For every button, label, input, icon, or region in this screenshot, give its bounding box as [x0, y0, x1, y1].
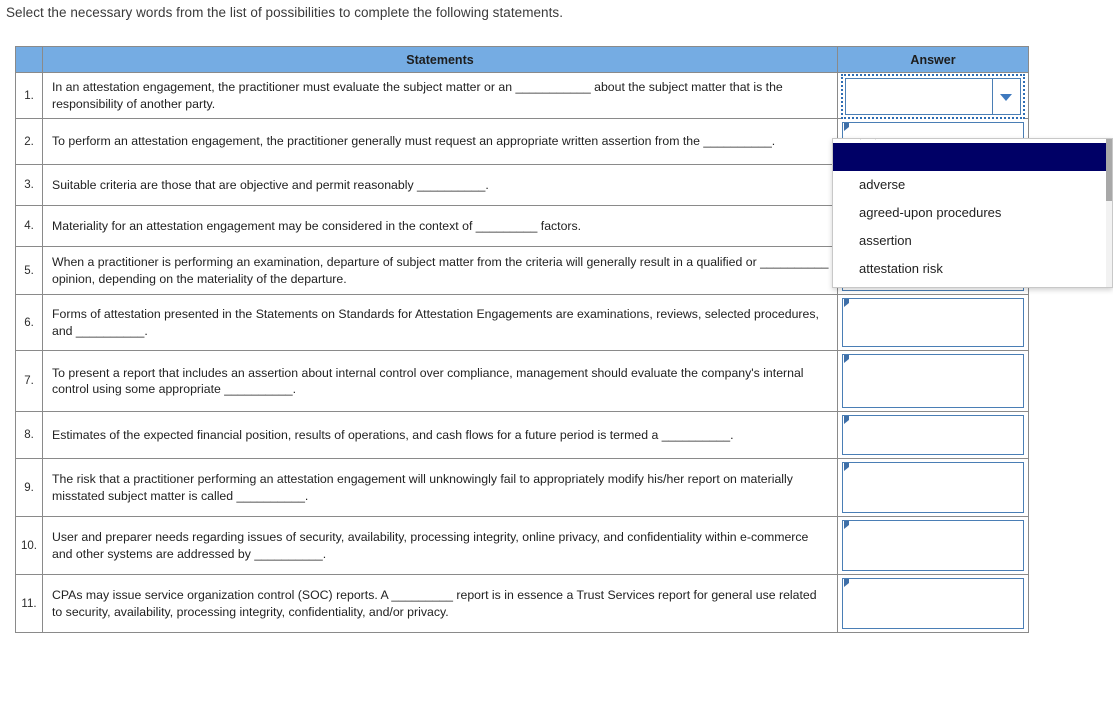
answer-cell-10[interactable] — [837, 516, 1029, 575]
row-number: 2. — [15, 118, 43, 165]
table-row: 11. CPAs may issue service organization … — [15, 574, 1029, 633]
row-statement: Estimates of the expected financial posi… — [42, 411, 838, 459]
answer-select-6[interactable] — [842, 298, 1024, 347]
row-number: 4. — [15, 205, 43, 247]
row-statement: The risk that a practitioner performing … — [42, 458, 838, 517]
column-header-number — [15, 46, 43, 73]
select-divider — [991, 79, 993, 114]
cell-marker-icon — [844, 463, 849, 471]
dropdown-notch — [860, 139, 876, 140]
dropdown-option-list: adverse agreed-upon procedures assertion… — [833, 139, 1112, 283]
cell-marker-icon — [844, 579, 849, 587]
answer-cell-8[interactable] — [837, 411, 1029, 459]
row-statement: To present a report that includes an ass… — [42, 350, 838, 412]
row-number: 10. — [15, 516, 43, 575]
row-number: 6. — [15, 294, 43, 351]
cell-marker-icon — [844, 123, 849, 131]
row-number: 9. — [15, 458, 43, 517]
dropdown-option-assertion[interactable]: assertion — [833, 227, 1112, 255]
dropdown-option-adverse[interactable]: adverse — [833, 171, 1112, 199]
column-header-answer: Answer — [837, 46, 1029, 73]
cell-marker-icon — [844, 416, 849, 424]
chevron-down-icon[interactable] — [1000, 93, 1012, 101]
table-row: 6. Forms of attestation presented in the… — [15, 294, 1029, 351]
answer-select-9[interactable] — [842, 462, 1024, 513]
row-statement: When a practitioner is performing an exa… — [42, 246, 838, 295]
instruction-text: Select the necessary words from the list… — [6, 5, 564, 20]
statements-table-container: Statements Answer 1. In an attestation e… — [15, 46, 1029, 633]
table-row: 1. In an attestation engagement, the pra… — [15, 72, 1029, 119]
row-statement: In an attestation engagement, the practi… — [42, 72, 838, 119]
dropdown-option-agreed-upon-procedures[interactable]: agreed-upon procedures — [833, 199, 1112, 227]
row-statement: CPAs may issue service organization cont… — [42, 574, 838, 633]
table-header-row: Statements Answer — [15, 46, 1029, 73]
page-root: Select the necessary words from the list… — [0, 0, 1113, 720]
dropdown-option-attestation-risk[interactable]: attestation risk — [833, 255, 1112, 283]
table-row: 8. Estimates of the expected financial p… — [15, 411, 1029, 459]
dropdown-scrollbar[interactable] — [1106, 139, 1112, 287]
answer-select-11[interactable] — [842, 578, 1024, 629]
row-number: 8. — [15, 411, 43, 459]
answer-select-10[interactable] — [842, 520, 1024, 571]
answer-cell-6[interactable] — [837, 294, 1029, 351]
answer-select-8[interactable] — [842, 415, 1024, 455]
row-statement: To perform an attestation engagement, th… — [42, 118, 838, 165]
answer-cell-11[interactable] — [837, 574, 1029, 633]
row-number: 3. — [15, 164, 43, 206]
cell-marker-icon — [844, 521, 849, 529]
table-row: 10. User and preparer needs regarding is… — [15, 516, 1029, 575]
cell-marker-icon — [844, 355, 849, 363]
dropdown-scrollbar-thumb[interactable] — [1106, 139, 1112, 201]
column-header-statements: Statements — [42, 46, 838, 73]
row-number: 7. — [15, 350, 43, 412]
row-number: 5. — [15, 246, 43, 295]
statements-table: Statements Answer 1. In an attestation e… — [15, 46, 1029, 633]
row-statement: Materiality for an attestation engagemen… — [42, 205, 838, 247]
answer-dropdown-menu[interactable]: adverse agreed-upon procedures assertion… — [832, 138, 1113, 288]
table-row: 9. The risk that a practitioner performi… — [15, 458, 1029, 517]
answer-cell-7[interactable] — [837, 350, 1029, 412]
row-statement: Suitable criteria are those that are obj… — [42, 164, 838, 206]
answer-select-1-inner[interactable] — [845, 78, 1021, 115]
answer-select-1[interactable] — [841, 74, 1025, 119]
answer-cell-1[interactable] — [837, 72, 1029, 119]
row-number: 1. — [15, 72, 43, 119]
row-statement: User and preparer needs regarding issues… — [42, 516, 838, 575]
answer-select-7[interactable] — [842, 354, 1024, 408]
answer-cell-9[interactable] — [837, 458, 1029, 517]
row-number: 11. — [15, 574, 43, 633]
row-statement: Forms of attestation presented in the St… — [42, 294, 838, 351]
cell-marker-icon — [844, 299, 849, 307]
table-row: 7. To present a report that includes an … — [15, 350, 1029, 412]
dropdown-option-blank[interactable] — [833, 143, 1110, 171]
